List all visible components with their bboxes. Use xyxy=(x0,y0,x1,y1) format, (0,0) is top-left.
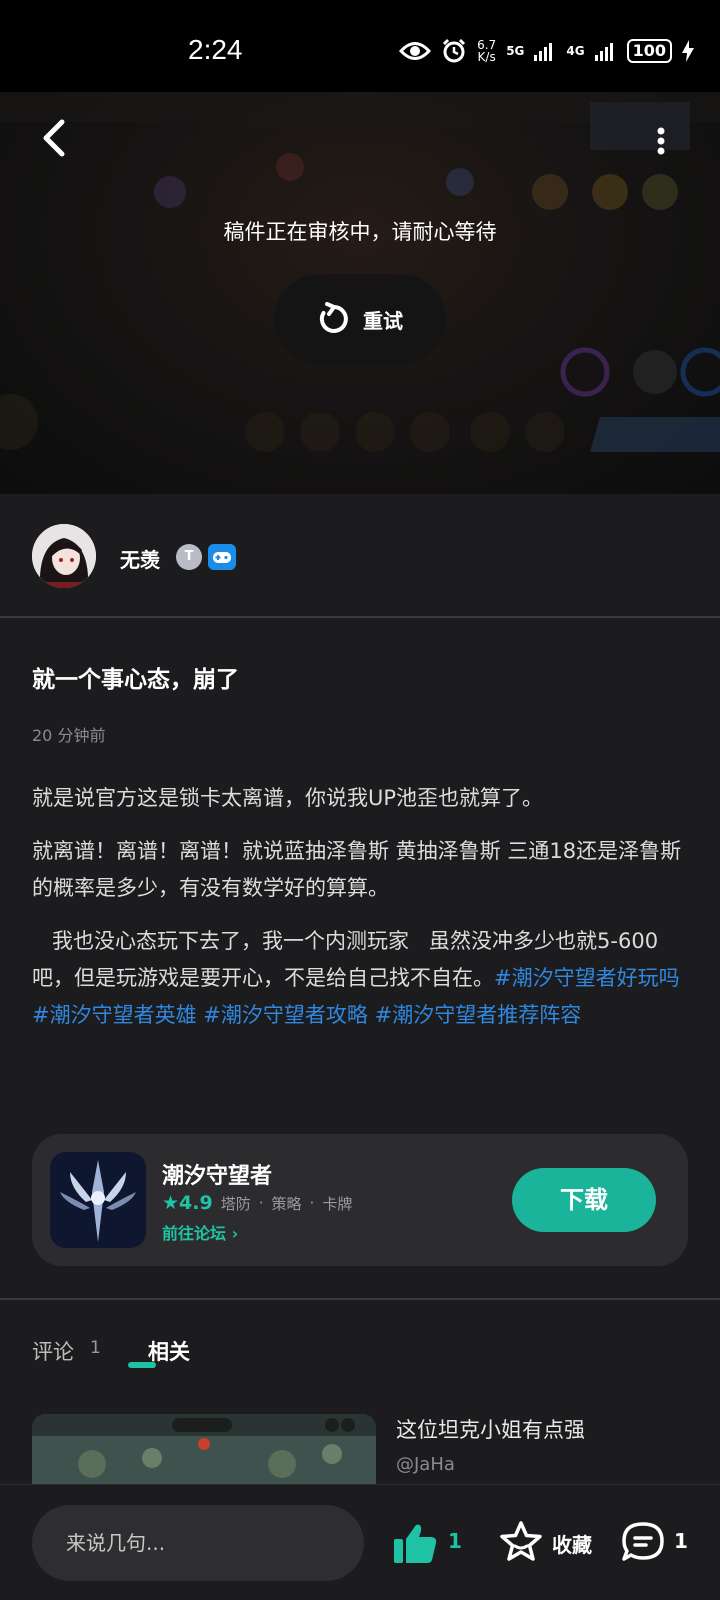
post-body: 就是说官方这是锁卡太离谱，你说我UP池歪也就算了。 就离谱！离谱！离谱！就说蓝抽… xyxy=(32,780,692,1050)
post-title: 就一个事心态，崩了 xyxy=(32,667,239,693)
retry-button[interactable]: 重试 xyxy=(274,274,446,364)
author-name[interactable]: 无羡 xyxy=(120,544,160,573)
like-count: 1 xyxy=(448,1529,462,1553)
battery-indicator: 100 xyxy=(626,39,672,63)
back-arrow-icon[interactable] xyxy=(36,116,76,160)
retry-label: 重试 xyxy=(363,308,403,333)
section-divider xyxy=(0,1298,720,1300)
network-speed: 6.7 K/s xyxy=(477,39,496,63)
hashtag-link[interactable]: #潮汐守望者推荐阵容 xyxy=(375,1003,582,1027)
app-meta: ★4.9 塔防 · 策略 · 卡牌 xyxy=(162,1192,352,1214)
chevron-right-icon: › xyxy=(231,1224,239,1243)
network-4g-label: 4G xyxy=(566,44,585,58)
genre-tag: 卡牌 xyxy=(322,1194,353,1213)
alarm-icon xyxy=(443,38,466,63)
forum-link[interactable]: 前往论坛 › xyxy=(162,1220,238,1244)
network-5g-label: 5G xyxy=(506,44,525,58)
hashtag-link[interactable]: #潮汐守望者英雄 xyxy=(32,1003,197,1027)
author-row[interactable]: 无羡 T xyxy=(0,494,720,618)
thumbnail-image xyxy=(32,1414,376,1494)
hashtag-link[interactable]: #潮汐守望者好玩吗 xyxy=(494,966,680,990)
favorite-label[interactable]: 收藏 xyxy=(552,1529,592,1558)
genre-tag: 策略 xyxy=(271,1194,302,1213)
signal-icon-2 xyxy=(594,43,613,61)
app-icon[interactable] xyxy=(50,1152,146,1248)
status-bar: 2:24 6.7 K/s 5G 4G 100 xyxy=(0,0,720,92)
thumbs-up-icon[interactable] xyxy=(392,1521,438,1565)
tab-comments-count: 1 xyxy=(90,1338,101,1358)
more-options-icon[interactable] xyxy=(656,126,666,156)
bottom-action-bar: 来说几句... 1 收藏 1 xyxy=(0,1484,720,1600)
eye-icon xyxy=(399,42,432,60)
post-timestamp: 20 分钟前 xyxy=(32,726,106,745)
tab-comments[interactable]: 评论 xyxy=(32,1336,74,1366)
comment-bubble-icon[interactable] xyxy=(620,1519,666,1565)
post-paragraph-1: 就是说官方这是锁卡太离谱，你说我UP池歪也就算了。 xyxy=(32,786,544,810)
separator-dot: · xyxy=(258,1194,264,1212)
refresh-icon xyxy=(319,302,348,333)
app-name: 潮汐守望者 xyxy=(162,1164,273,1189)
star-icon[interactable] xyxy=(498,1519,544,1565)
related-video-thumbnail[interactable] xyxy=(32,1414,376,1494)
app-icon-image xyxy=(50,1152,146,1248)
level-badge: T xyxy=(176,544,202,570)
avatar[interactable] xyxy=(32,524,96,588)
app-rating: ★4.9 xyxy=(162,1192,213,1214)
tab-related[interactable]: 相关 xyxy=(148,1336,190,1366)
review-pending-message: 稿件正在审核中，请耐心等待 xyxy=(223,220,497,244)
genre-tag: 塔防 xyxy=(220,1194,251,1213)
status-icons: 6.7 K/s 5G 4G 100 xyxy=(399,36,694,66)
related-author: @JaHa xyxy=(396,1454,455,1475)
signal-icon xyxy=(534,43,553,61)
video-player[interactable]: 稿件正在审核中，请耐心等待 重试 xyxy=(0,92,720,494)
game-app-card[interactable]: 潮汐守望者 ★4.9 塔防 · 策略 · 卡牌 前往论坛 › 下载 xyxy=(32,1134,688,1266)
post-paragraph-2: 就离谱！离谱！离谱！就说蓝抽泽鲁斯 黄抽泽鲁斯 三通18还是泽鲁斯的概率是多少，… xyxy=(32,839,682,900)
avatar-image xyxy=(32,524,96,588)
charging-icon xyxy=(682,40,694,62)
related-title[interactable]: 这位坦克小姐有点强 xyxy=(396,1414,585,1444)
separator-dot: · xyxy=(309,1194,315,1212)
hashtag-link[interactable]: #潮汐守望者攻略 xyxy=(203,1003,368,1027)
post-paragraph-3: 我也没心态玩下去了，我一个内测玩家 虽然没冲多少也就5-600吧，但是玩游戏是要… xyxy=(32,923,692,1034)
speed-unit: K/s xyxy=(477,50,496,64)
comment-input[interactable]: 来说几句... xyxy=(32,1505,364,1581)
forum-link-label: 前往论坛 xyxy=(162,1224,227,1243)
status-time: 2:24 xyxy=(188,34,243,65)
gamepad-icon xyxy=(208,544,236,570)
comment-count: 1 xyxy=(674,1529,688,1553)
download-button[interactable]: 下载 xyxy=(512,1168,656,1232)
rating-value: 4.9 xyxy=(179,1192,213,1214)
